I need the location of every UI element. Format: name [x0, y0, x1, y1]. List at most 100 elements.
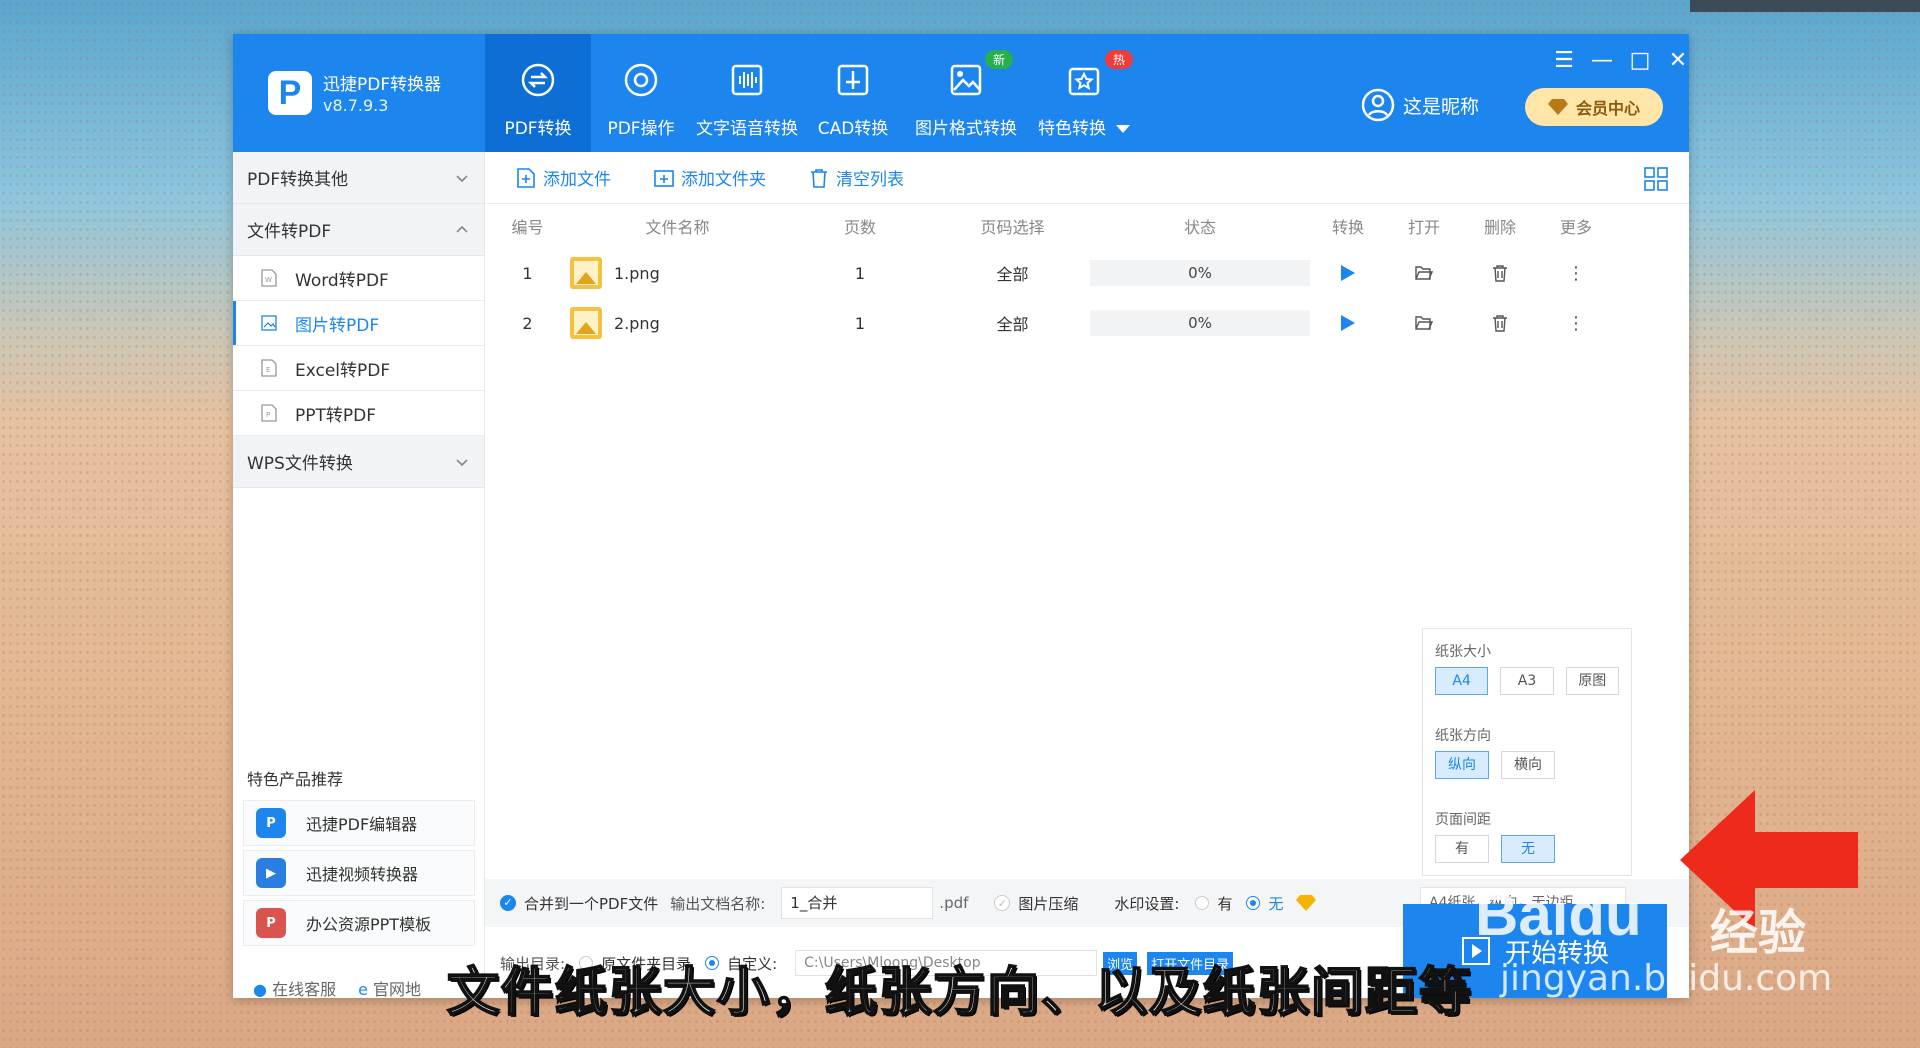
hot-badge: 热: [1104, 50, 1133, 69]
folder-open-icon: [1415, 266, 1433, 280]
sidebar-item-image-to-pdf[interactable]: 图片转PDF: [233, 301, 484, 346]
vip-diamond-icon: [1295, 895, 1316, 911]
main-panel: 添加文件 添加文件夹 清空列表 编号 文件名称 页数 页码选择 状态 转换 打开…: [485, 152, 1689, 998]
svg-text:P: P: [266, 411, 270, 419]
delete-button[interactable]: [1462, 264, 1538, 282]
paper-size-original[interactable]: 原图: [1565, 667, 1619, 695]
nav-voice[interactable]: 文字语音转换: [691, 34, 803, 152]
open-button[interactable]: [1386, 315, 1462, 331]
page-range-select[interactable]: 全部: [935, 261, 1090, 285]
convert-button[interactable]: [1310, 264, 1386, 282]
sidebar-item-excel-to-pdf[interactable]: E Excel转PDF: [233, 346, 484, 391]
merge-checkbox[interactable]: ✓: [500, 895, 516, 911]
vip-label: 会员中心: [1575, 99, 1640, 118]
user-name: 这是昵称: [1403, 95, 1480, 118]
app-version: v8.7.9.3: [323, 96, 389, 115]
close-icon[interactable]: ✕: [1659, 42, 1697, 80]
add-file-button[interactable]: 添加文件: [515, 165, 611, 190]
col-delete: 删除: [1483, 218, 1516, 237]
svg-text:E: E: [266, 366, 270, 374]
output-name-input[interactable]: 1_合并: [781, 887, 934, 919]
sidebar-item-word-to-pdf[interactable]: W Word转PDF: [233, 256, 484, 301]
sidebar: PDF转换其他 文件转PDF W Word转PDF 图片转PDF E Excel…: [233, 152, 485, 999]
paper-settings-panel: 纸张大小 A4 A3 原图 纸张方向 纵向 横向 页面间距 有 无: [1422, 628, 1632, 876]
app-logo-icon: P: [268, 71, 312, 115]
nav-feature[interactable]: 热 特色转换: [1029, 34, 1139, 152]
pdf-convert-icon: [521, 63, 555, 97]
menu-icon[interactable]: ☰: [1545, 42, 1583, 80]
vip-center-button[interactable]: 会员中心: [1525, 88, 1663, 126]
cell-no: 2: [522, 313, 533, 333]
nav-cad[interactable]: CAD转换: [803, 34, 903, 152]
convert-button[interactable]: [1310, 314, 1386, 332]
more-button[interactable]: ⋮: [1538, 263, 1614, 284]
trash-icon: [1493, 265, 1507, 282]
watermark-yes-radio[interactable]: [1195, 896, 1210, 910]
ppt-template-icon: P: [256, 908, 286, 938]
margin-no[interactable]: 无: [1501, 835, 1555, 863]
feature-icon: [1068, 67, 1100, 96]
paper-orientation-options: 纵向 横向: [1435, 751, 1619, 779]
image-thumbnail-icon: [570, 307, 602, 339]
delete-button[interactable]: [1462, 314, 1538, 332]
nav-label: 文字语音转换: [696, 119, 798, 139]
paper-size-a4[interactable]: A4: [1435, 667, 1489, 695]
user-profile[interactable]: 这是昵称: [1361, 88, 1479, 122]
image-thumbnail-icon: [570, 257, 602, 289]
top-strip: [1690, 0, 1920, 12]
nav-pdf-convert[interactable]: PDF转换: [485, 34, 591, 152]
grid-view-icon[interactable]: [1643, 166, 1669, 192]
trash-icon: [1493, 315, 1507, 332]
play-icon: [1341, 315, 1355, 331]
watermark-no-radio[interactable]: [1246, 896, 1261, 910]
clear-list-button[interactable]: 清空列表: [808, 165, 904, 190]
col-name: 文件名称: [645, 218, 710, 237]
featured-ppt-template[interactable]: P 办公资源PPT模板: [243, 900, 475, 946]
nav-label: PDF操作: [607, 119, 675, 139]
progress-bar: 0%: [1090, 310, 1310, 336]
sidebar-section-wps[interactable]: WPS文件转换: [233, 436, 484, 488]
paper-size-a3[interactable]: A3: [1500, 667, 1554, 695]
more-button[interactable]: ⋮: [1538, 313, 1614, 334]
compress-label: 图片压缩: [1018, 894, 1079, 913]
file-name: 2.png: [614, 313, 660, 333]
watermark-label: 水印设置:: [1114, 894, 1180, 913]
video-converter-icon: ▶: [256, 858, 286, 888]
table-row: 1 1.png 1 全部 0% ⋮: [485, 248, 1689, 298]
cell-status: 0%: [1090, 260, 1310, 286]
maximize-icon[interactable]: □: [1621, 42, 1659, 80]
word-file-icon: W: [261, 269, 277, 287]
add-folder-label: 添加文件夹: [681, 170, 766, 190]
open-button[interactable]: [1386, 265, 1462, 281]
orientation-landscape[interactable]: 横向: [1501, 751, 1555, 779]
nav-pdf-operate[interactable]: PDF操作: [591, 34, 691, 152]
add-folder-button[interactable]: 添加文件夹: [653, 165, 766, 190]
nav-image-format[interactable]: 新 图片格式转换: [903, 34, 1029, 152]
svg-text:W: W: [265, 276, 272, 284]
file-name: 1.png: [614, 263, 660, 283]
col-status: 状态: [1183, 218, 1216, 237]
margin-yes[interactable]: 有: [1435, 835, 1489, 863]
user-avatar-icon: [1361, 88, 1395, 122]
play-icon: [1341, 265, 1355, 281]
sidebar-item-ppt-to-pdf[interactable]: P PPT转PDF: [233, 391, 484, 436]
clear-list-label: 清空列表: [836, 170, 904, 190]
sidebar-section-file-to-pdf[interactable]: 文件转PDF: [233, 204, 484, 256]
chevron-down-icon: [456, 174, 468, 182]
orientation-portrait[interactable]: 纵向: [1435, 751, 1489, 779]
compress-checkbox[interactable]: ✓: [994, 895, 1011, 911]
minimize-icon[interactable]: —: [1583, 42, 1621, 80]
featured-video-converter[interactable]: ▶ 迅捷视频转换器: [243, 850, 475, 896]
item-label: Word转PDF: [295, 270, 389, 291]
watermark-no-label: 无: [1268, 894, 1284, 913]
chevron-down-icon: [456, 458, 468, 466]
pdf-operate-icon: [624, 63, 658, 97]
page-range-select[interactable]: 全部: [935, 311, 1090, 335]
item-label: PPT转PDF: [295, 405, 377, 426]
featured-pdf-editor[interactable]: P 迅捷PDF编辑器: [243, 800, 475, 846]
item-label: Excel转PDF: [295, 360, 391, 381]
paper-size-label: 纸张大小: [1435, 644, 1491, 660]
more-vertical-icon: ⋮: [1567, 312, 1585, 334]
sidebar-section-pdf-other[interactable]: PDF转换其他: [233, 152, 484, 204]
section-label: PDF转换其他: [247, 170, 349, 190]
